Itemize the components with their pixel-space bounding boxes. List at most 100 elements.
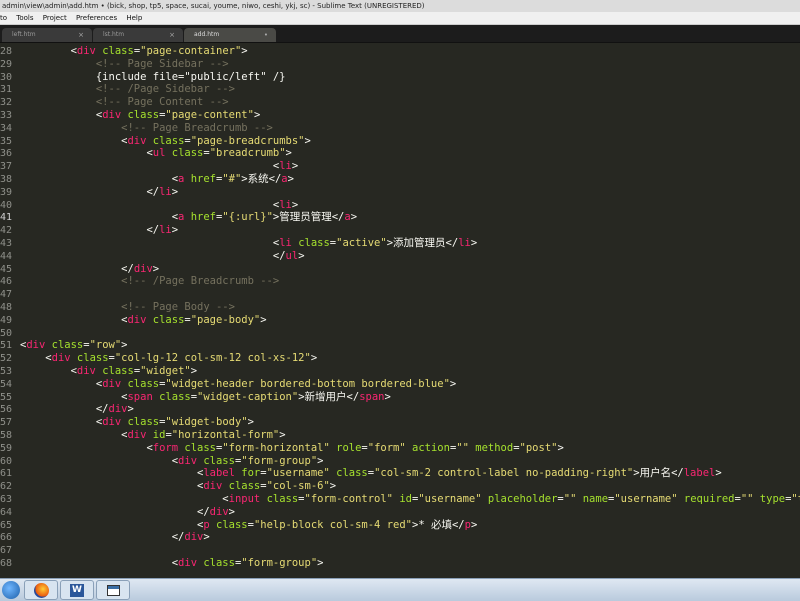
unsaved-dot-icon[interactable]: • (264, 28, 268, 42)
code-token: class (152, 134, 185, 147)
line-code: <a href="{:url}">管理员管理</a> (20, 211, 357, 224)
code-line[interactable]: 57 <div class="widget-body"> (0, 416, 800, 429)
line-code: <!-- /Page Sidebar --> (20, 83, 235, 96)
code-token: div (51, 352, 71, 365)
code-line[interactable]: 38 <a href="#">系统</a> (0, 173, 800, 186)
code-line[interactable]: 46 <!-- /Page Breadcrumb --> (0, 275, 800, 288)
start-button[interactable] (2, 581, 20, 599)
taskbar-app-firefox[interactable] (24, 580, 58, 600)
code-line[interactable]: 51 <div class="row"> (0, 339, 800, 352)
code-line[interactable]: 60 <div class="form-group"> (0, 455, 800, 468)
line-number: 41 (0, 212, 13, 224)
code-token: div (108, 403, 128, 416)
code-line[interactable]: 34 <!-- Page Breadcrumb --> (0, 122, 800, 135)
code-line[interactable]: 56 </div> (0, 403, 800, 416)
code-line[interactable]: 47 (0, 288, 800, 301)
menu-preferences[interactable]: Preferences (76, 12, 117, 24)
code-token: div (178, 454, 198, 467)
menu-help[interactable]: Help (126, 12, 142, 24)
code-line[interactable]: 62 <div class="col-sm-6"> (0, 480, 800, 493)
tab-add-htm[interactable]: add.htm • (184, 28, 276, 42)
code-line[interactable]: 53 <div class="widget"> (0, 365, 800, 378)
code-line[interactable]: 45 </div> (0, 263, 800, 276)
code-line[interactable]: 68 <div class="form-group"> (0, 557, 800, 570)
code-line[interactable]: 35 <div class="page-breadcrumbs"> (0, 135, 800, 148)
code-line[interactable]: 32 <!-- Page Content --> (0, 96, 800, 109)
code-token: "" (740, 493, 754, 505)
code-token: > (203, 531, 210, 544)
code-line[interactable]: 55 <span class="widget-caption">新增用户</sp… (0, 391, 800, 404)
line-number: 63 (0, 494, 13, 505)
code-line[interactable]: 41 <a href="{:url}">管理员管理</a> (0, 211, 800, 224)
code-line[interactable]: 44 </ul> (0, 250, 800, 263)
line-number: 37 (0, 161, 13, 173)
code-line[interactable]: 40 <li> (0, 199, 800, 212)
code-line[interactable]: 65 <p class="help-block col-sm-4 red">* … (0, 519, 800, 532)
code-token: > (247, 416, 254, 429)
code-token: <!-- Page Content --> (95, 96, 229, 109)
code-line[interactable]: 31 <!-- /Page Sidebar --> (0, 83, 800, 96)
code-token: </ (346, 390, 360, 403)
code-line[interactable]: 30 {include file="public/left" /} (0, 71, 800, 84)
code-line[interactable]: 39 </li> (0, 186, 800, 199)
taskbar-app-word[interactable]: W (60, 580, 94, 600)
code-line[interactable]: 64 </div> (0, 506, 800, 519)
menu-tools[interactable]: Tools (16, 12, 33, 24)
code-token: </ (171, 531, 185, 544)
code-token: "widget-caption" (197, 390, 299, 403)
code-line[interactable]: 66 </div> (0, 531, 800, 544)
code-token: </ (272, 249, 286, 262)
line-code: <a href="#">系统</a> (20, 173, 294, 186)
tab-left-htm[interactable]: left.htm × (2, 28, 92, 42)
code-token: > (557, 441, 564, 454)
code-line[interactable]: 54 <div class="widget-header bordered-bo… (0, 378, 800, 391)
menu-project[interactable]: Project (43, 12, 67, 24)
code-token: "text" (791, 493, 800, 505)
code-token: div (127, 429, 147, 441)
code-line[interactable]: 49 <div class="page-body"> (0, 314, 800, 327)
code-line[interactable]: 48 <!-- Page Body --> (0, 301, 800, 314)
code-line[interactable]: 52 <div class="col-lg-12 col-sm-12 col-x… (0, 352, 800, 365)
line-number: 64 (0, 506, 13, 518)
code-token: "form-group" (241, 557, 318, 569)
code-line[interactable]: 29 <!-- Page Sidebar --> (0, 58, 800, 71)
code-line[interactable]: 33 <div class="page-content"> (0, 109, 800, 122)
close-icon[interactable]: × (78, 28, 84, 42)
line-number: 52 (0, 353, 13, 365)
line-number: 53 (0, 366, 13, 377)
line-number: 46 (0, 276, 13, 288)
code-line[interactable]: 67 (0, 544, 800, 557)
code-token: "username" (418, 493, 482, 505)
code-line[interactable]: 37 <li> (0, 160, 800, 173)
code-line[interactable]: 43 <li class="active">添加管理员</li> (0, 237, 800, 250)
tab-lst-htm[interactable]: lst.htm × (93, 28, 183, 42)
code-token: 添加管理员 (393, 237, 446, 249)
line-code: <li> (20, 199, 298, 212)
line-code: <div class="page-container"> (20, 45, 248, 58)
code-token: href (190, 173, 216, 185)
code-line[interactable]: 63 <input class="form-control" id="usern… (0, 493, 800, 506)
code-token: li (279, 198, 292, 211)
line-number: 28 (0, 46, 13, 57)
code-editor[interactable]: 28 <div class="page-container"> 29 <!-- P… (0, 43, 800, 578)
menu-goto[interactable]: to (0, 12, 7, 24)
code-line[interactable]: 59 <form class="form-horizontal" role="f… (0, 442, 800, 455)
taskbar-app-window[interactable] (96, 580, 130, 600)
code-line[interactable]: 36 <ul class="breadcrumb"> (0, 147, 800, 160)
line-code: <li class="active">添加管理员</li> (20, 237, 477, 250)
code-line[interactable]: 28 <div class="page-container"> (0, 45, 800, 58)
code-token: class (228, 480, 261, 493)
line-number: 67 (0, 545, 13, 557)
code-line[interactable]: 58 <div id="horizontal-form"> (0, 429, 800, 442)
code-line[interactable]: 50 (0, 327, 800, 340)
code-line[interactable]: 42 </li> (0, 224, 800, 237)
code-line[interactable]: 61 <label for="username" class="col-sm-2… (0, 467, 800, 480)
close-icon[interactable]: × (169, 28, 175, 42)
